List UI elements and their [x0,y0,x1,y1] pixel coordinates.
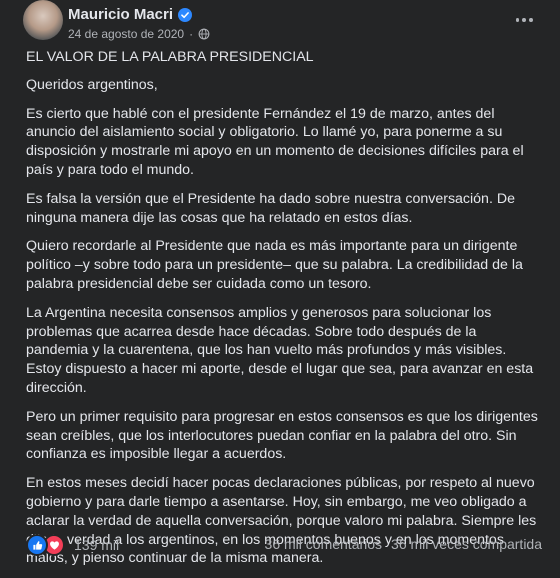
reactions-summary[interactable]: 139 mil [26,534,119,556]
post-paragraph: Es falsa la versión que el Presidente ha… [26,190,515,226]
verified-badge-icon [178,7,193,22]
reactions-count: 139 mil [74,537,120,553]
post-paragraph: Queridos argentinos, [26,76,158,93]
more-options-icon[interactable] [514,10,534,30]
post-header: Mauricio Macri 24 de agosto de 2020 · [0,0,560,46]
post-paragraph: Es cierto que hablé con el presidente Fe… [26,105,524,178]
author-row: Mauricio Macri [68,6,193,23]
post-stats: 36 mil comentarios 36 mil veces comparti… [265,536,542,552]
post-body: EL VALOR DE LA PALABRA PRESIDENCIAL Quer… [26,48,541,578]
post-paragraph: La Argentina necesita consensos amplios … [26,304,534,396]
post-title: EL VALOR DE LA PALABRA PRESIDENCIAL [26,49,314,65]
post-meta: 24 de agosto de 2020 · [68,27,210,41]
post-date[interactable]: 24 de agosto de 2020 [68,27,184,41]
post-footer: 139 mil 36 mil comentarios 36 mil veces … [0,528,560,558]
post-paragraph: Quiero recordarle al Presidente que nada… [26,238,523,292]
like-icon [26,534,48,556]
author-name[interactable]: Mauricio Macri [68,6,173,23]
avatar[interactable] [23,0,63,40]
globe-icon [198,28,210,40]
shares-count-link[interactable]: 36 mil veces compartida [391,536,542,552]
facebook-post: Mauricio Macri 24 de agosto de 2020 · EL… [0,0,560,566]
post-paragraph: Pero un primer requisito para progresar … [26,408,538,463]
comments-count-link[interactable]: 36 mil comentarios [265,536,383,552]
